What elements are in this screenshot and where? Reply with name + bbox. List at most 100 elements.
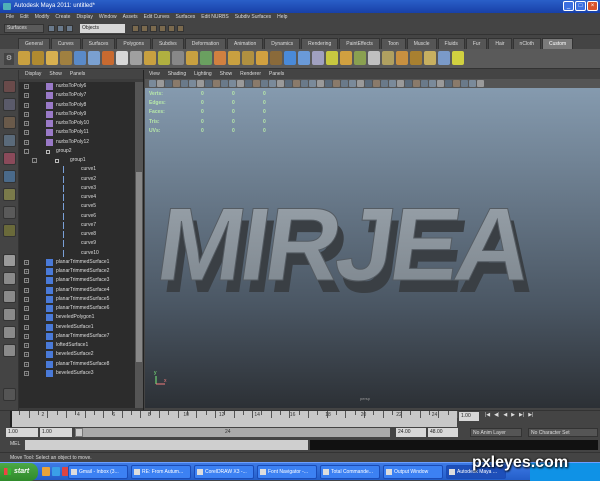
- shelf-tool-icon[interactable]: [410, 51, 422, 65]
- quick-launch-folder-icon[interactable]: [42, 467, 50, 476]
- outliner-item[interactable]: + beveledPolygon1: [19, 313, 135, 322]
- shelf-tool-icon[interactable]: [158, 51, 170, 65]
- outliner-item[interactable]: + beveledSurface2: [19, 350, 135, 359]
- expand-toggle-icon[interactable]: +: [24, 111, 29, 117]
- outliner-item[interactable]: + nurbsToPoly6: [19, 82, 135, 91]
- expand-toggle-icon[interactable]: -: [32, 158, 37, 163]
- playback-button[interactable]: ◀: [503, 412, 507, 418]
- outliner-item[interactable]: curve5: [19, 202, 135, 211]
- shelf-tab-deformation[interactable]: Deformation: [184, 38, 226, 49]
- shelf-tool-icon[interactable]: [382, 51, 394, 65]
- shelf-tool-icon[interactable]: [284, 51, 296, 65]
- single-view-layout-icon[interactable]: [3, 254, 16, 267]
- expand-toggle-icon[interactable]: +: [24, 121, 29, 126]
- outliner-menu-panels[interactable]: Panels: [70, 70, 85, 79]
- expand-toggle-icon[interactable]: +: [24, 287, 29, 293]
- playback-button[interactable]: ▶: [511, 412, 515, 418]
- playback-button[interactable]: |◀: [485, 412, 490, 418]
- outliner-item[interactable]: + planarTrimmedSurface2: [19, 267, 135, 276]
- ipr-render-icon[interactable]: [177, 25, 184, 32]
- playback-button[interactable]: ▶|: [519, 412, 524, 418]
- outliner-item[interactable]: + nurbsToPoly7: [19, 91, 135, 100]
- expand-toggle-icon[interactable]: +: [24, 130, 29, 136]
- expand-toggle-icon[interactable]: +: [24, 324, 29, 330]
- outliner-menu-show[interactable]: Show: [49, 70, 62, 79]
- expand-toggle-icon[interactable]: +: [24, 93, 29, 99]
- shelf-tab-animation[interactable]: Animation: [226, 38, 264, 49]
- shelf-tab-toon[interactable]: Toon: [380, 38, 406, 49]
- outliner-item[interactable]: + planarTrimmedSurface8: [19, 360, 135, 369]
- panel-options-icon[interactable]: [3, 388, 16, 401]
- menu-help[interactable]: Help: [277, 13, 287, 22]
- outliner-item[interactable]: curve9: [19, 239, 135, 248]
- paint-select-tool-icon[interactable]: [3, 116, 16, 129]
- shelf-tab-ncloth[interactable]: nCloth: [512, 38, 541, 49]
- shelf-tool-icon[interactable]: [130, 51, 142, 65]
- minimize-button[interactable]: _: [563, 1, 574, 11]
- expand-toggle-icon[interactable]: +: [24, 370, 29, 376]
- shelf-tool-icon[interactable]: [256, 51, 268, 65]
- menu-subdiv-surfaces[interactable]: Subdiv Surfaces: [235, 13, 271, 22]
- outliner-item[interactable]: + planarTrimmedSurface4: [19, 286, 135, 295]
- current-time-marker[interactable]: [10, 411, 12, 428]
- selection-mode-field[interactable]: Objects: [80, 24, 125, 33]
- outliner-item[interactable]: + nurbsToPoly10: [19, 119, 135, 128]
- shelf-tab-dynamics[interactable]: Dynamics: [264, 38, 301, 49]
- playback-start-field[interactable]: 1.00: [40, 428, 72, 437]
- shelf-tool-icon[interactable]: [18, 51, 30, 65]
- taskbar-task-button[interactable]: Gmail - Inbox (3...: [68, 465, 128, 479]
- outliner-item[interactable]: curve2: [19, 175, 135, 184]
- anim-end-field[interactable]: 48.00: [428, 428, 458, 437]
- shelf-tool-icon[interactable]: [214, 51, 226, 65]
- expand-toggle-icon[interactable]: +: [24, 315, 29, 321]
- shelf-tool-icon[interactable]: [368, 51, 380, 65]
- outliner-item[interactable]: + planarTrimmedSurface7: [19, 332, 135, 341]
- menu-modify[interactable]: Modify: [35, 13, 50, 22]
- shelf-tool-icon[interactable]: [354, 51, 366, 65]
- two-view-layout-icon[interactable]: [3, 344, 16, 357]
- open-scene-icon[interactable]: [57, 25, 64, 32]
- manipulator-tool-icon[interactable]: [3, 188, 16, 201]
- move-tool-icon[interactable]: [3, 134, 16, 147]
- custom-tool-icon[interactable]: [3, 224, 16, 237]
- outliner-item[interactable]: curve7: [19, 221, 135, 230]
- menu-surfaces[interactable]: Surfaces: [176, 13, 196, 22]
- shelf-tab-muscle[interactable]: Muscle: [406, 38, 437, 49]
- outliner-item[interactable]: curve1: [19, 165, 135, 174]
- quick-launch-browser-icon[interactable]: [52, 467, 60, 476]
- menu-file[interactable]: File: [6, 13, 14, 22]
- outliner-menu-display[interactable]: Display: [25, 70, 41, 79]
- menu-create[interactable]: Create: [55, 13, 70, 22]
- rotate-tool-icon[interactable]: [3, 152, 16, 165]
- shelf-tab-subdivs[interactable]: Subdivs: [151, 38, 184, 49]
- shelf-tab-general[interactable]: General: [18, 38, 50, 49]
- expand-toggle-icon[interactable]: +: [24, 139, 29, 145]
- taskbar-task-button[interactable]: RE: From Autum...: [131, 465, 191, 479]
- shelf-tool-icon[interactable]: [46, 51, 58, 65]
- shelf-tool-icon[interactable]: [172, 51, 184, 65]
- shelf-tool-icon[interactable]: [396, 51, 408, 65]
- anim-layer-select[interactable]: No Anim Layer: [470, 428, 522, 437]
- shelf-tab-polygons[interactable]: Polygons: [116, 38, 151, 49]
- four-view-layout-icon[interactable]: [3, 272, 16, 285]
- shelf-tool-icon[interactable]: [102, 51, 114, 65]
- shelf-tool-icon[interactable]: [298, 51, 310, 65]
- shelf-tab-rendering[interactable]: Rendering: [301, 38, 339, 49]
- range-start-handle[interactable]: [75, 428, 83, 437]
- current-frame-field[interactable]: 1.00: [459, 412, 479, 421]
- taskbar-task-button[interactable]: Output Window: [383, 465, 443, 479]
- expand-toggle-icon[interactable]: +: [24, 278, 29, 284]
- command-input[interactable]: [25, 440, 308, 450]
- command-language-label[interactable]: MEL: [10, 441, 20, 447]
- expand-toggle-icon[interactable]: +: [24, 269, 29, 274]
- shelf-tool-icon[interactable]: [424, 51, 436, 65]
- anim-start-field[interactable]: 1.00: [6, 428, 38, 437]
- expand-toggle-icon[interactable]: +: [24, 361, 29, 367]
- outliner-item[interactable]: + planarTrimmedSurface6: [19, 304, 135, 313]
- snap-point-icon[interactable]: [150, 25, 157, 32]
- persp-graph-layout-icon[interactable]: [3, 308, 16, 321]
- save-scene-icon[interactable]: [66, 25, 73, 32]
- window-titlebar[interactable]: Autodesk Maya 2011: untitled* _ □ ×: [0, 0, 600, 13]
- shelf-tool-icon[interactable]: [270, 51, 282, 65]
- outliner-item[interactable]: curve10: [19, 249, 135, 258]
